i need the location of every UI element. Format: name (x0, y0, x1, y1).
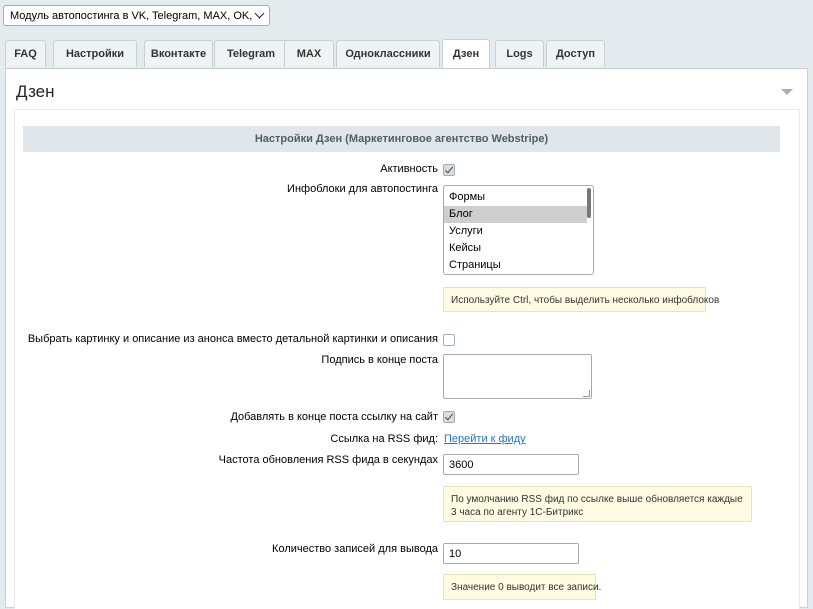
signature-label: Подпись в конце поста (321, 354, 438, 366)
tab-logs[interactable]: Logs (495, 40, 544, 67)
tab-odnoklassniki[interactable]: Одноклассники (336, 40, 440, 67)
list-item[interactable]: Страницы (444, 257, 587, 274)
rss-interval-input[interactable]: 3600 (443, 454, 579, 475)
use-preview-checkbox[interactable] (443, 334, 455, 346)
use-preview-label: Выбрать картинку и описание из анонса вм… (27, 333, 438, 345)
chevron-down-icon (254, 8, 265, 19)
section-header: Настройки Дзен (Маркетинговое агентство … (23, 126, 780, 152)
tab-access[interactable]: Доступ (546, 40, 605, 67)
rss-link-label: Ссылка на RSS фид: (330, 433, 438, 445)
list-item-selected[interactable]: Блог (444, 206, 587, 223)
collapse-arrow-icon[interactable] (781, 89, 793, 95)
add-link-checkbox[interactable] (443, 411, 455, 423)
tab-faq[interactable]: FAQ (5, 40, 46, 67)
active-checkbox[interactable] (443, 164, 455, 176)
records-count-label: Количество записей для вывода (272, 543, 438, 555)
resize-grip-icon[interactable] (583, 390, 590, 397)
tab-dzen[interactable]: Дзен (442, 39, 490, 68)
records-count-hint: Значение 0 выводит все записи. (443, 574, 601, 600)
tab-vkontakte[interactable]: Вконтакте (144, 40, 213, 67)
active-label: Активность (380, 163, 438, 175)
iblocks-listbox[interactable]: Формы Блог Услуги Кейсы Страницы (443, 185, 594, 275)
scrollbar-thumb[interactable] (587, 188, 591, 218)
add-link-label: Добавлять в конце поста ссылку на сайт (230, 411, 438, 423)
iblocks-hint: Используйте Ctrl, чтобы выделить несколь… (443, 287, 719, 312)
signature-textarea[interactable] (443, 354, 592, 399)
list-item[interactable]: Услуги (444, 223, 587, 240)
rss-feed-link[interactable]: Перейти к фиду (444, 433, 526, 445)
rss-interval-label: Частота обновления RSS фида в секундах (218, 454, 438, 466)
iblocks-label: Инфоблоки для автопостинга (287, 183, 438, 195)
records-count-input[interactable]: 10 (443, 543, 579, 564)
tab-settings[interactable]: Настройки (53, 40, 137, 67)
tab-max[interactable]: MAX (284, 40, 334, 67)
rss-interval-hint: По умолчанию RSS фид по ссылке выше обно… (443, 486, 752, 522)
module-select[interactable]: Модуль автопостинга в VK, Telegram, MAX,… (3, 5, 270, 26)
list-item[interactable]: Формы (444, 189, 587, 206)
list-item[interactable]: Кейсы (444, 240, 587, 257)
tab-telegram[interactable]: Telegram (214, 40, 288, 67)
module-select-value: Модуль автопостинга в VK, Telegram, MAX,… (10, 9, 252, 22)
panel-title: Дзен (16, 82, 55, 101)
